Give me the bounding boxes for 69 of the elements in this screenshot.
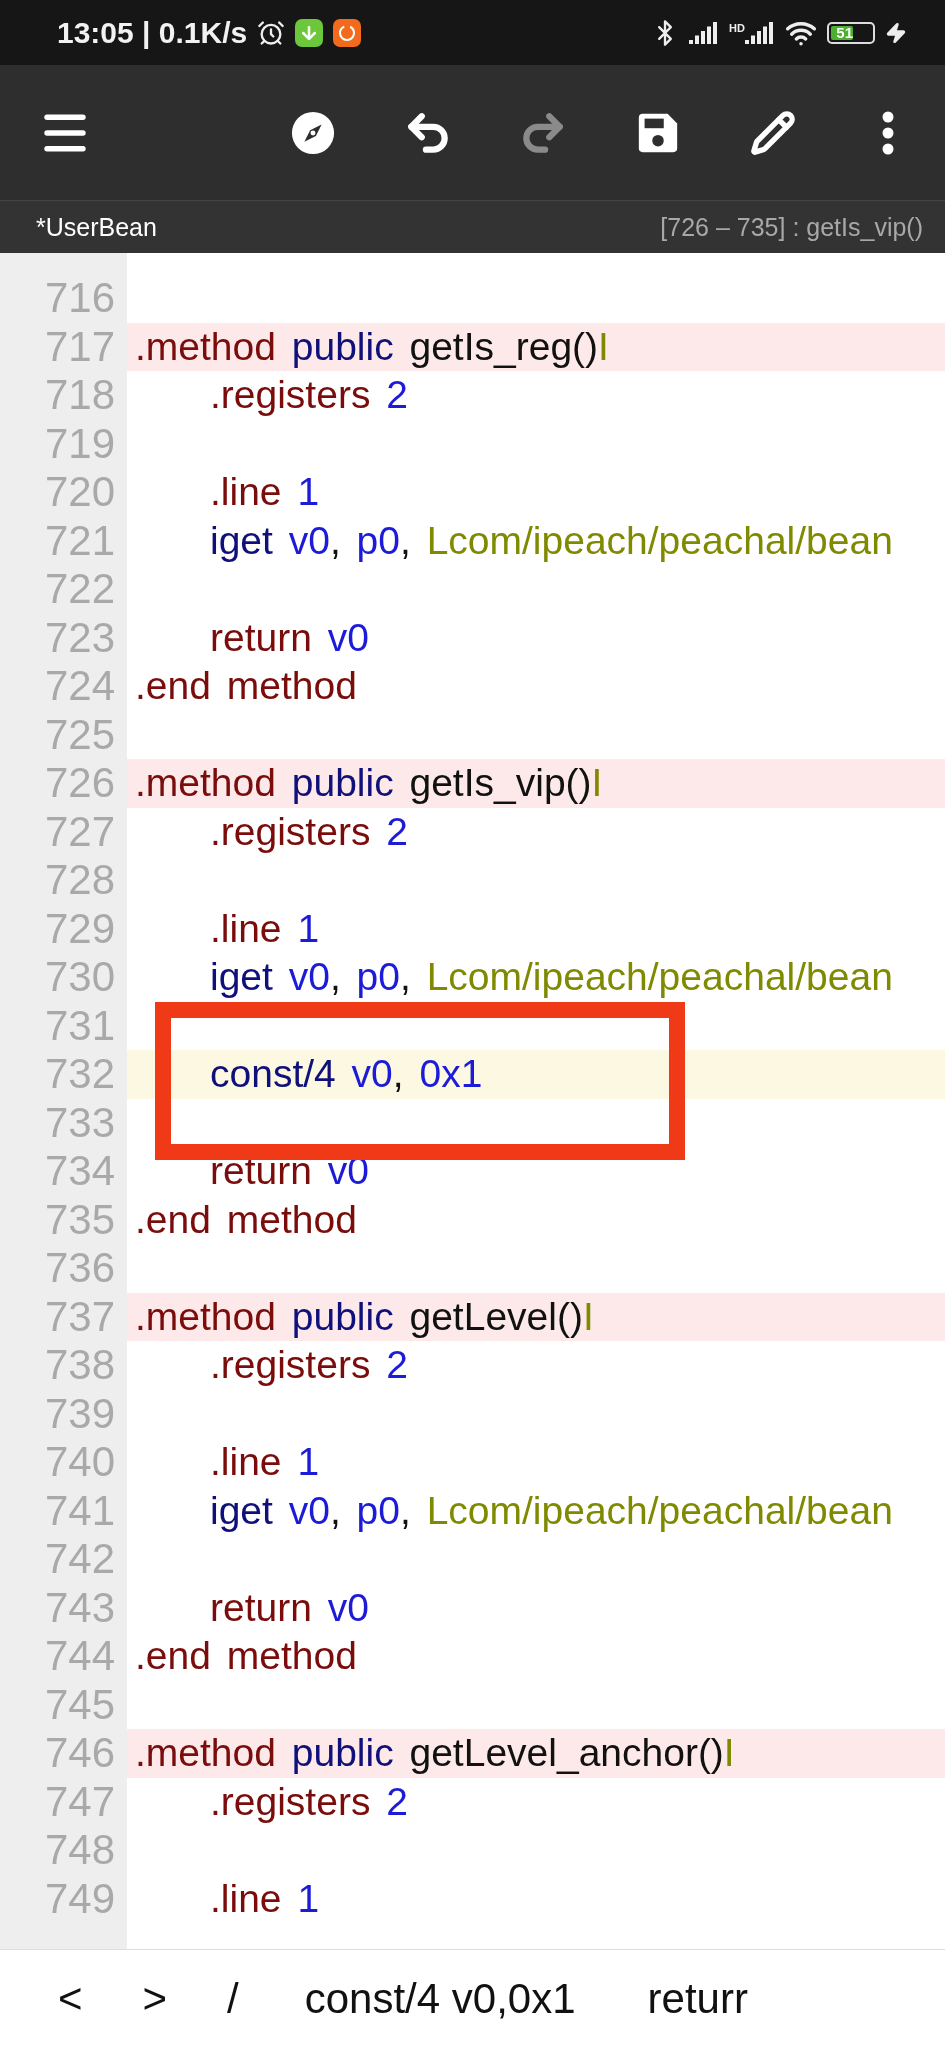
line-number: 741 (43, 1486, 116, 1535)
line-number: 747 (43, 1777, 116, 1826)
line-number: 716 (43, 274, 116, 323)
line-number: 728 (43, 856, 116, 905)
code-line: iget v0, p0, Lcom/ipeach/peachal/bean (209, 1487, 894, 1534)
quick-insert-button[interactable]: < (30, 1975, 111, 2023)
line-number: 735 (43, 1195, 116, 1244)
code-line: .registers 2 (209, 1342, 409, 1388)
code-line: .registers 2 (209, 808, 409, 855)
line-number: 718 (43, 371, 116, 420)
line-number: 725 (43, 710, 116, 759)
code-line: .registers 2 (209, 1778, 409, 1825)
line-number: 720 (43, 468, 116, 517)
app-icon (333, 18, 362, 47)
signal-icon (689, 21, 720, 44)
line-number: 730 (43, 953, 116, 1002)
line-number: 724 (43, 662, 116, 711)
line-number: 731 (43, 1001, 116, 1050)
charging-icon (885, 21, 907, 44)
code-line: .line 1 (209, 469, 321, 515)
quick-insert-button[interactable]: returr (613, 1975, 782, 2023)
code-line: .line 1 (209, 1439, 321, 1485)
code-line: .registers 2 (209, 372, 409, 418)
code-line: iget v0, p0, Lcom/ipeach/peachal/bean (209, 517, 894, 564)
quick-insert-button[interactable]: const/4 v0,0x1 (270, 1975, 610, 2023)
file-name: *UserBean (36, 212, 157, 242)
alarm-icon (257, 18, 286, 47)
battery-level: 51 (831, 25, 853, 40)
code-line: .end method (134, 663, 358, 709)
line-number: 744 (43, 1632, 116, 1681)
status-time: 13:05 | 0.1K/s (57, 15, 248, 50)
code-line: .line 1 (209, 1875, 321, 1922)
quick-insert-button[interactable]: / (199, 1975, 267, 2023)
line-number: 745 (43, 1680, 116, 1729)
code-line: .line 1 (209, 905, 321, 952)
pencil-icon (749, 109, 796, 156)
line-number: 742 (43, 1535, 116, 1584)
line-number: 722 (43, 565, 116, 614)
line-number: 734 (43, 1147, 116, 1196)
network-type-label: HD (729, 21, 745, 34)
compass-icon (289, 109, 336, 156)
line-number: 721 (43, 516, 116, 565)
line-number: 740 (43, 1438, 116, 1487)
signal-icon (745, 21, 775, 44)
code-line: .end method (134, 1196, 358, 1243)
line-number: 719 (43, 419, 116, 468)
line-number: 733 (43, 1098, 116, 1147)
more-icon (881, 110, 894, 155)
line-number: 738 (43, 1341, 116, 1390)
line-number: 737 (43, 1292, 116, 1341)
quick-insert-button[interactable]: > (114, 1975, 196, 2023)
line-number: 748 (43, 1826, 116, 1875)
code-line: return v0 (209, 614, 370, 661)
line-number: 732 (43, 1050, 116, 1099)
line-number: 746 (43, 1729, 116, 1778)
line-number: 739 (43, 1389, 116, 1438)
line-number: 717 (43, 322, 116, 371)
code-line: .end method (134, 1633, 358, 1679)
line-number: 749 (43, 1874, 116, 1923)
line-number: 726 (43, 759, 116, 808)
code-line: iget v0, p0, Lcom/ipeach/peachal/bean (209, 954, 894, 1000)
code-line: return v0 (209, 1584, 370, 1631)
line-number: 743 (43, 1583, 116, 1632)
download-app-icon (295, 18, 324, 47)
method-range: [726 – 735] : getIs_vip() (660, 212, 923, 242)
line-number: 723 (43, 613, 116, 662)
line-number: 729 (43, 904, 116, 953)
line-number: 727 (43, 807, 116, 856)
line-number: 736 (43, 1244, 116, 1293)
